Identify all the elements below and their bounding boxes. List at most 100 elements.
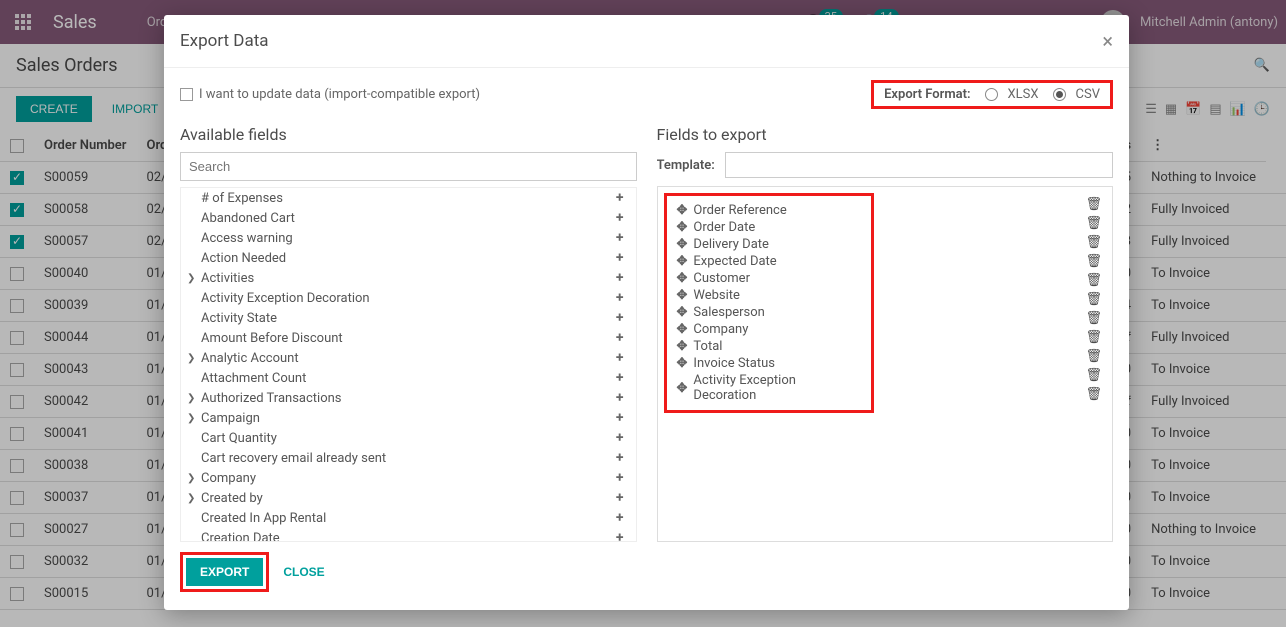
- expand-icon[interactable]: ❯: [187, 273, 195, 284]
- export-button[interactable]: EXPORT: [186, 558, 263, 586]
- fields-to-export-title: Fields to export: [657, 125, 1114, 144]
- available-field-item[interactable]: Attachment Count+: [181, 368, 632, 388]
- export-field-label: Expected Date: [693, 254, 860, 269]
- add-field-icon[interactable]: +: [612, 230, 628, 246]
- export-field-label: Order Date: [693, 220, 860, 235]
- expand-icon[interactable]: ❯: [187, 493, 195, 504]
- export-field-item[interactable]: ✥Invoice Status: [673, 355, 865, 372]
- available-field-item[interactable]: Access warning+: [181, 228, 632, 248]
- remove-field-icon[interactable]: 🗑: [1085, 292, 1102, 307]
- available-field-item[interactable]: Cart Quantity +: [181, 428, 632, 448]
- available-field-item[interactable]: ❯Created by+: [181, 488, 632, 508]
- drag-handle-icon[interactable]: ✥: [677, 381, 688, 396]
- export-field-label: Total: [693, 339, 860, 354]
- available-field-item[interactable]: Activity Exception Decoration +: [181, 288, 632, 308]
- drag-handle-icon[interactable]: ✥: [677, 237, 688, 252]
- drag-handle-icon[interactable]: ✥: [677, 220, 688, 235]
- add-field-icon[interactable]: +: [612, 250, 628, 266]
- template-dropdown[interactable]: [725, 152, 1113, 178]
- available-field-item[interactable]: ❯ Activities +: [181, 268, 632, 288]
- field-label: Activity Exception Decoration: [201, 291, 370, 306]
- export-field-item[interactable]: ✥Website: [673, 287, 865, 304]
- modal-title: Export Data: [180, 31, 269, 51]
- expand-icon[interactable]: ❯: [187, 473, 195, 484]
- format-xlsx-radio[interactable]: XLSX: [985, 87, 1039, 102]
- checkbox-icon: [180, 88, 193, 101]
- available-field-item[interactable]: ❯Analytic Account+: [181, 348, 632, 368]
- remove-field-icon[interactable]: 🗑: [1085, 349, 1102, 364]
- field-label: Activities: [201, 271, 254, 286]
- available-field-item[interactable]: Cart recovery email already sent+: [181, 448, 632, 468]
- expand-icon[interactable]: ❯: [187, 413, 195, 424]
- add-field-icon[interactable]: +: [612, 410, 628, 426]
- available-field-item[interactable]: Action Needed+: [181, 248, 632, 268]
- expand-icon[interactable]: ❯: [187, 393, 195, 404]
- add-field-icon[interactable]: +: [612, 310, 628, 326]
- drag-handle-icon[interactable]: ✥: [677, 339, 688, 354]
- available-field-item[interactable]: ❯Company+: [181, 468, 632, 488]
- format-csv-radio[interactable]: CSV: [1053, 87, 1100, 102]
- add-field-icon[interactable]: +: [612, 330, 628, 346]
- add-field-icon[interactable]: +: [612, 270, 628, 286]
- drag-handle-icon[interactable]: ✥: [677, 356, 688, 371]
- export-fields-list[interactable]: ✥Order Reference✥Order Date✥Delivery Dat…: [664, 193, 874, 413]
- drag-handle-icon[interactable]: ✥: [677, 305, 688, 320]
- drag-handle-icon[interactable]: ✥: [677, 288, 688, 303]
- available-field-item[interactable]: # of Expenses +: [181, 188, 632, 208]
- export-field-item[interactable]: ✥ Order Date: [673, 219, 865, 236]
- available-field-item[interactable]: Abandoned Cart +: [181, 208, 632, 228]
- export-field-label: Customer: [693, 271, 860, 286]
- remove-field-icon[interactable]: 🗑: [1085, 216, 1102, 231]
- available-field-item[interactable]: Amount Before Discount +: [181, 328, 632, 348]
- drag-handle-icon[interactable]: ✥: [677, 203, 688, 218]
- remove-field-icon[interactable]: 🗑: [1085, 387, 1102, 402]
- close-button[interactable]: CLOSE: [283, 565, 324, 579]
- remove-field-icon[interactable]: 🗑: [1085, 368, 1102, 383]
- export-field-item[interactable]: ✥Salesperson: [673, 304, 865, 321]
- available-field-item[interactable]: Created In App Rental +: [181, 508, 632, 528]
- field-label: Created In App Rental: [201, 511, 326, 526]
- remove-field-icon[interactable]: 🗑: [1085, 311, 1102, 326]
- drag-handle-icon[interactable]: ✥: [677, 322, 688, 337]
- export-field-item[interactable]: ✥Company: [673, 321, 865, 338]
- field-label: Amount Before Discount: [201, 331, 343, 346]
- field-search-input[interactable]: [180, 152, 637, 181]
- add-field-icon[interactable]: +: [612, 450, 628, 466]
- available-field-item[interactable]: Creation Date+: [181, 528, 632, 542]
- available-fields-list[interactable]: # of Expenses+Abandoned Cart+Access warn…: [180, 187, 637, 542]
- remove-field-icon[interactable]: 🗑: [1085, 197, 1102, 212]
- remove-field-icon[interactable]: 🗑: [1085, 254, 1102, 269]
- add-field-icon[interactable]: +: [612, 190, 628, 206]
- expand-icon[interactable]: ❯: [187, 353, 195, 364]
- add-field-icon[interactable]: +: [612, 390, 628, 406]
- field-label: Abandoned Cart: [201, 211, 295, 226]
- field-label: Cart Quantity: [201, 431, 277, 446]
- add-field-icon[interactable]: +: [612, 490, 628, 506]
- add-field-icon[interactable]: +: [612, 350, 628, 366]
- field-label: # of Expenses: [201, 191, 283, 206]
- available-field-item[interactable]: ❯Campaign+: [181, 408, 632, 428]
- available-field-item[interactable]: Activity State +: [181, 308, 632, 328]
- drag-handle-icon[interactable]: ✥: [677, 271, 688, 286]
- export-field-item[interactable]: ✥Order Reference: [673, 202, 865, 219]
- add-field-icon[interactable]: +: [612, 210, 628, 226]
- remove-field-icon[interactable]: 🗑: [1085, 273, 1102, 288]
- export-field-item[interactable]: ✥ Total: [673, 338, 865, 355]
- available-field-item[interactable]: ❯Authorized Transactions+: [181, 388, 632, 408]
- field-label: Activity State: [201, 311, 277, 326]
- add-field-icon[interactable]: +: [612, 510, 628, 526]
- add-field-icon[interactable]: +: [612, 530, 628, 542]
- export-field-item[interactable]: ✥Activity Exception Decoration: [673, 372, 865, 404]
- remove-field-icon[interactable]: 🗑: [1085, 330, 1102, 345]
- add-field-icon[interactable]: +: [612, 430, 628, 446]
- export-field-item[interactable]: ✥ Customer: [673, 270, 865, 287]
- update-data-checkbox[interactable]: I want to update data (import-compatible…: [180, 87, 480, 102]
- export-field-item[interactable]: ✥ Expected Date: [673, 253, 865, 270]
- add-field-icon[interactable]: +: [612, 370, 628, 386]
- add-field-icon[interactable]: +: [612, 290, 628, 306]
- remove-field-icon[interactable]: 🗑: [1085, 235, 1102, 250]
- modal-close-icon[interactable]: ×: [1102, 29, 1113, 53]
- add-field-icon[interactable]: +: [612, 470, 628, 486]
- export-field-item[interactable]: ✥Delivery Date: [673, 236, 865, 253]
- drag-handle-icon[interactable]: ✥: [677, 254, 688, 269]
